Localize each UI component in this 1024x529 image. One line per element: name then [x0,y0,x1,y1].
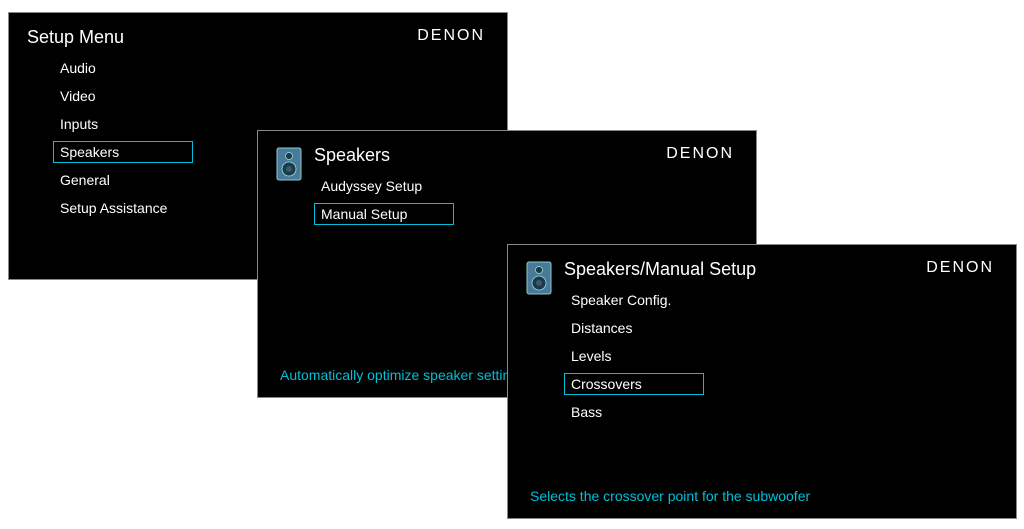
brand-logo: DENON [417,27,485,45]
menu-item-manual-setup[interactable]: Manual Setup [314,203,454,225]
brand-logo: DENON [926,259,994,277]
menu-item-video[interactable]: Video [53,85,193,107]
menu-item-levels[interactable]: Levels [564,345,704,367]
menu-item-bass[interactable]: Bass [564,401,704,423]
menu-item-setup-assistance[interactable]: Setup Assistance [53,197,193,219]
speaker-icon [526,261,552,300]
menu-item-distances[interactable]: Distances [564,317,704,339]
manual-setup-panel: DENON Speakers/Manual Setup Speaker Conf… [507,244,1017,519]
menu-item-crossovers[interactable]: Crossovers [564,373,704,395]
menu-item-general[interactable]: General [53,169,193,191]
menu-item-audio[interactable]: Audio [53,57,193,79]
hint-text: Selects the crossover point for the subw… [530,488,810,504]
menu-item-speakers[interactable]: Speakers [53,141,193,163]
hint-text: Automatically optimize speaker setting [280,367,518,383]
brand-logo: DENON [666,145,734,163]
menu-list: Audyssey Setup Manual Setup [314,172,738,228]
menu-item-audyssey-setup[interactable]: Audyssey Setup [314,175,454,197]
panel-header: Speakers/Manual Setup Speaker Config. Di… [526,259,998,426]
menu-item-speaker-config[interactable]: Speaker Config. [564,289,704,311]
menu-list: Speaker Config. Distances Levels Crossov… [564,286,998,426]
menu-item-inputs[interactable]: Inputs [53,113,193,135]
speaker-icon [276,147,302,186]
